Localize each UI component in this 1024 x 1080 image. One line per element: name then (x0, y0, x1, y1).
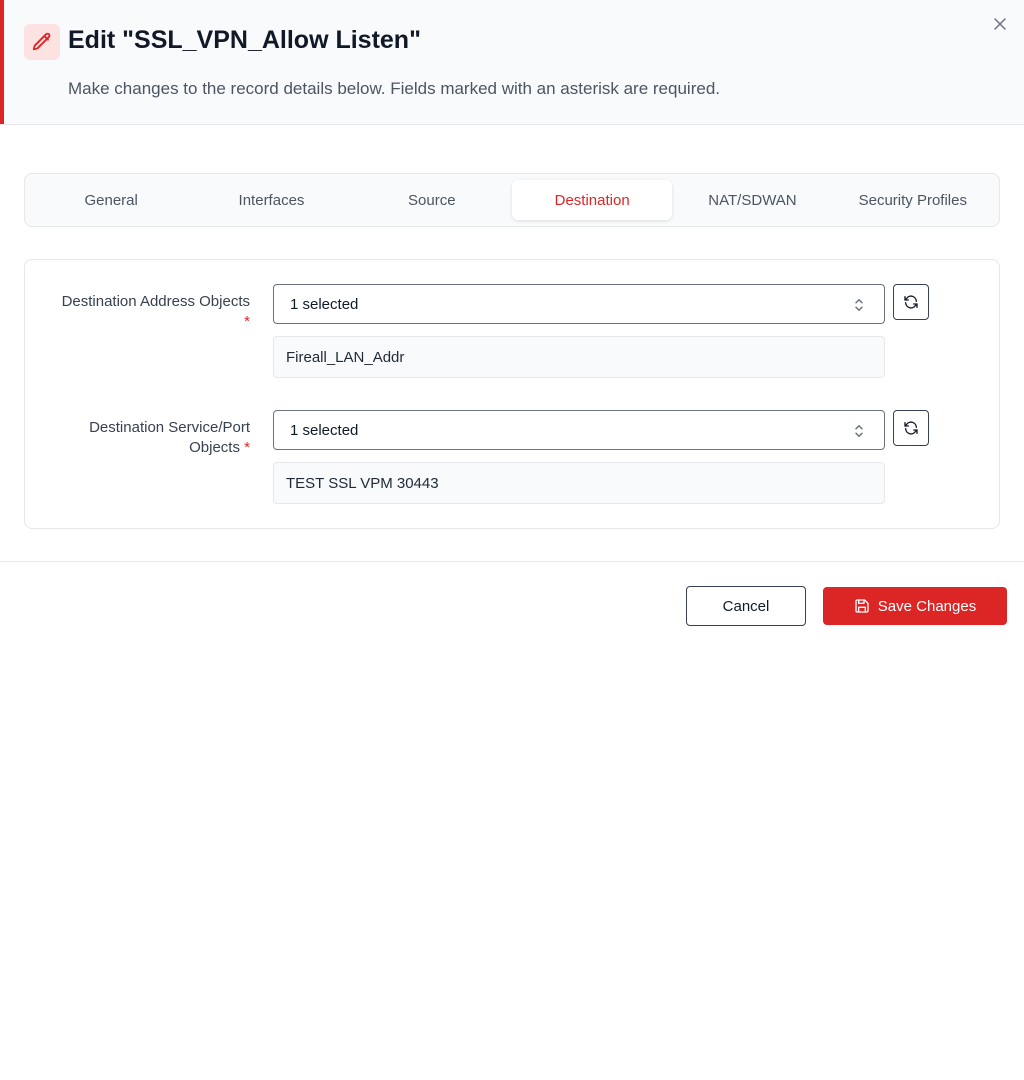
dest-address-label-text: Destination Address Objects (61, 293, 250, 310)
dest-service-selected-item: TEST SSL VPM 30443 (273, 462, 885, 504)
dest-address-refresh-button[interactable] (893, 284, 929, 320)
tab-general[interactable]: General (31, 180, 191, 220)
tab-interfaces[interactable]: Interfaces (191, 180, 351, 220)
dialog-subtitle: Make changes to the record details below… (68, 79, 720, 98)
save-button[interactable]: Save Changes (823, 587, 1007, 625)
dialog-header: Edit "SSL_VPN_Allow Listen" Make changes… (0, 0, 1024, 125)
required-asterisk: * (244, 313, 250, 330)
save-icon (855, 599, 869, 613)
tab-source[interactable]: Source (352, 180, 512, 220)
refresh-icon (904, 421, 918, 435)
chevron-up-down-icon (855, 299, 863, 311)
tab-nat-sdwan[interactable]: NAT/SDWAN (672, 180, 832, 220)
dialog-title: Edit "SSL_VPN_Allow Listen" (68, 26, 421, 54)
chevron-up-down-icon (855, 425, 863, 437)
dest-address-label: Destination Address Objects * (55, 292, 250, 332)
header-accent-bar (0, 0, 4, 124)
dest-service-label-line2: Objects (189, 439, 240, 456)
dest-service-refresh-button[interactable] (893, 410, 929, 446)
refresh-icon (904, 295, 918, 309)
dest-service-select-value: 1 selected (290, 421, 359, 439)
pencil-icon (24, 24, 60, 60)
dest-address-select[interactable]: 1 selected (273, 284, 885, 324)
dialog-footer: Cancel Save Changes (0, 561, 1024, 645)
save-button-label: Save Changes (877, 597, 977, 615)
dest-service-select[interactable]: 1 selected (273, 410, 885, 450)
required-asterisk: * (244, 439, 250, 456)
tab-bar: General Interfaces Source Destination NA… (24, 173, 1000, 227)
dest-address-select-value: 1 selected (290, 295, 359, 313)
destination-panel: Destination Address Objects * 1 selected… (24, 259, 1000, 529)
dest-service-label-line1: Destination Service/Port (89, 419, 250, 436)
dest-service-label: Destination Service/Port Objects * (55, 418, 250, 458)
tab-security-profiles[interactable]: Security Profiles (833, 180, 993, 220)
cancel-button[interactable]: Cancel (686, 586, 806, 626)
close-icon[interactable] (990, 14, 1010, 34)
tab-destination[interactable]: Destination (511, 180, 673, 220)
dest-address-selected-item: Fireall_LAN_Addr (273, 336, 885, 378)
